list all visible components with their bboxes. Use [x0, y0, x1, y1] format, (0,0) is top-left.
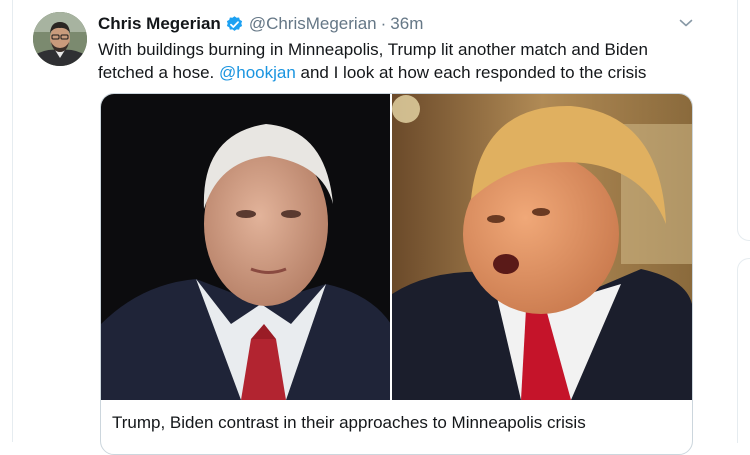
- verified-badge-icon: [225, 15, 244, 34]
- author-name[interactable]: Chris Megerian: [98, 14, 221, 34]
- card-title[interactable]: Trump, Biden contrast in their approache…: [112, 413, 586, 433]
- tweet[interactable]: Chris Megerian @ChrisMegerian · 36m With…: [12, 0, 700, 455]
- author-avatar[interactable]: [33, 12, 87, 66]
- chevron-down-icon[interactable]: [677, 14, 695, 32]
- link-card[interactable]: Trump, Biden contrast in their approache…: [100, 93, 693, 455]
- right-sidebar-card-top: [737, 0, 750, 241]
- tweet-text-part-2: and I look at how each responded to the …: [295, 63, 647, 82]
- tweet-header: Chris Megerian @ChrisMegerian · 36m: [98, 13, 423, 35]
- mention-link[interactable]: @hookjan: [219, 63, 296, 82]
- right-sidebar-card-bottom: [737, 258, 750, 443]
- avatar-photo: [33, 12, 87, 66]
- author-handle[interactable]: @ChrisMegerian: [249, 14, 377, 34]
- timestamp[interactable]: 36m: [390, 14, 423, 34]
- tweet-text: With buildings burning in Minneapolis, T…: [98, 38, 688, 84]
- separator-dot: ·: [380, 14, 387, 33]
- card-image: [101, 94, 692, 400]
